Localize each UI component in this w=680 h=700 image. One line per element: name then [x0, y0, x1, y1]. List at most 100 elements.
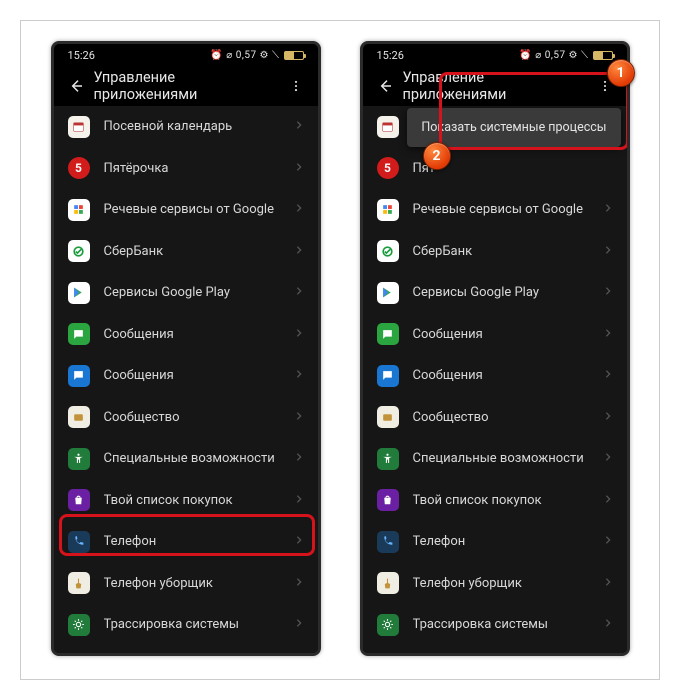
- app-row-sberbank[interactable]: СберБанк: [54, 231, 318, 273]
- app-row-community[interactable]: Сообщество: [363, 397, 627, 439]
- sberbank-icon: [377, 240, 399, 262]
- messages-alt-icon: [377, 365, 399, 387]
- app-row-files[interactable]: Файлы: [363, 646, 627, 654]
- messages-icon: [377, 323, 399, 345]
- chevron-right-icon: [294, 119, 304, 134]
- chevron-right-icon: [603, 410, 613, 425]
- app-label: Посевной календарь: [104, 119, 294, 134]
- app-label: Трассировка системы: [413, 617, 603, 632]
- back-button[interactable]: [62, 78, 90, 94]
- trace-icon: [377, 614, 399, 636]
- chevron-right-icon: [294, 368, 304, 383]
- app-label: Речевые сервисы от Google: [104, 202, 294, 217]
- status-bar: 15:26 ⏰ ⌀ 0,57 ⚙ ⟍: [363, 44, 627, 66]
- app-row-system-trace[interactable]: Трассировка системы: [363, 604, 627, 646]
- app-row-messages-1[interactable]: Сообщения: [363, 314, 627, 356]
- app-list: Посевной 5 Пят Речевые сервисы от Google…: [363, 106, 627, 653]
- chevron-right-icon: [294, 493, 304, 508]
- chevron-right-icon: [294, 451, 304, 466]
- app-header: Управление приложениями: [363, 66, 627, 106]
- app-row-phone[interactable]: Телефон: [54, 521, 318, 563]
- app-row-speech-google[interactable]: Речевые сервисы от Google: [363, 189, 627, 231]
- app-row-phone[interactable]: Телефон: [363, 521, 627, 563]
- back-button[interactable]: [371, 78, 399, 94]
- chevron-right-icon: [294, 576, 304, 591]
- chevron-right-icon: [294, 410, 304, 425]
- trace-icon: [68, 614, 90, 636]
- chevron-right-icon: [603, 576, 613, 591]
- chevron-right-icon: [294, 327, 304, 342]
- app-label: Специальные возможности: [104, 451, 294, 466]
- app-row-system-trace[interactable]: Трассировка системы: [54, 604, 318, 646]
- app-label: Сервисы Google Play: [104, 285, 294, 300]
- overflow-menu-button[interactable]: [282, 79, 310, 93]
- clock: 15:26: [68, 49, 95, 62]
- callout-marker-2: 2: [423, 142, 451, 170]
- app-row-calendar[interactable]: Посевной календарь: [54, 106, 318, 148]
- app-list: Посевной календарь 5 Пятёрочка Речевые с…: [54, 106, 318, 656]
- app-label: Сообщения: [104, 368, 294, 383]
- chevron-right-icon: [294, 161, 304, 176]
- app-label: Сообщения: [413, 327, 603, 342]
- chevron-right-icon: [603, 451, 613, 466]
- app-row-messages-2[interactable]: Сообщения: [363, 355, 627, 397]
- app-row-shopping-list[interactable]: Твой список покупок: [363, 480, 627, 522]
- app-row-files[interactable]: Файлы: [54, 646, 318, 657]
- sberbank-icon: [68, 240, 90, 262]
- chevron-right-icon: [603, 368, 613, 383]
- chevron-right-icon: [603, 534, 613, 549]
- app-row-phone-cleaner[interactable]: Телефон уборщик: [363, 563, 627, 605]
- app-row-play-services[interactable]: Сервисы Google Play: [54, 272, 318, 314]
- chevron-right-icon: [294, 244, 304, 259]
- chevron-right-icon: [294, 202, 304, 217]
- status-icons: ⏰ ⌀ 0,57 ⚙ ⟍: [210, 50, 303, 61]
- chevron-right-icon: [294, 617, 304, 632]
- phone-left: 15:26 ⏰ ⌀ 0,57 ⚙ ⟍ Управление приложения…: [51, 41, 321, 656]
- cleaner-icon: [68, 572, 90, 594]
- phone-icon: [68, 531, 90, 553]
- app-row-community[interactable]: Сообщество: [54, 397, 318, 439]
- app-row-accessibility[interactable]: Специальные возможности: [54, 438, 318, 480]
- phone-right: 15:26 ⏰ ⌀ 0,57 ⚙ ⟍ Управление приложения…: [360, 41, 630, 656]
- app-row-messages-1[interactable]: Сообщения: [54, 314, 318, 356]
- overflow-menu[interactable]: Показать системные процессы: [407, 108, 620, 147]
- clock: 15:26: [377, 49, 404, 62]
- app-row-pyaterochka[interactable]: 5 Пятёрочка: [54, 148, 318, 190]
- shopping-list-icon: [68, 489, 90, 511]
- page-title: Управление приложениями: [90, 69, 282, 103]
- battery-icon: [593, 51, 613, 60]
- chevron-right-icon: [294, 285, 304, 300]
- app-row-phone-cleaner[interactable]: Телефон уборщик: [54, 563, 318, 605]
- page-title: Управление приложениями: [399, 69, 591, 103]
- google-play-icon: [68, 282, 90, 304]
- app-row-play-services[interactable]: Сервисы Google Play: [363, 272, 627, 314]
- messages-alt-icon: [68, 365, 90, 387]
- app-label: Сообщество: [413, 410, 603, 425]
- pyaterochka-icon: 5: [377, 157, 399, 179]
- pyaterochka-icon: 5: [68, 157, 90, 179]
- app-row-pyaterochka[interactable]: 5 Пят: [363, 148, 627, 190]
- menu-item-show-system[interactable]: Показать системные процессы: [421, 120, 606, 135]
- app-label: Сообщество: [104, 410, 294, 425]
- chevron-right-icon: [603, 327, 613, 342]
- app-label: Телефон: [413, 534, 603, 549]
- app-label: Телефон уборщик: [413, 576, 603, 591]
- cleaner-icon: [377, 572, 399, 594]
- app-label: Сервисы Google Play: [413, 285, 603, 300]
- chevron-right-icon: [603, 617, 613, 632]
- battery-icon: [284, 51, 304, 60]
- google-speech-icon: [377, 199, 399, 221]
- app-row-shopping-list[interactable]: Твой список покупок: [54, 480, 318, 522]
- app-row-speech-google[interactable]: Речевые сервисы от Google: [54, 189, 318, 231]
- app-row-accessibility[interactable]: Специальные возможности: [363, 438, 627, 480]
- app-row-messages-2[interactable]: Сообщения: [54, 355, 318, 397]
- app-label: Трассировка системы: [104, 617, 294, 632]
- callout-marker-1: 1: [607, 59, 635, 87]
- app-label: СберБанк: [104, 244, 294, 259]
- app-label: Сообщения: [413, 368, 603, 383]
- app-header: Управление приложениями: [54, 66, 318, 106]
- status-icons: ⏰ ⌀ 0,57 ⚙ ⟍: [519, 50, 612, 61]
- app-label: Телефон уборщик: [104, 576, 294, 591]
- calendar-icon: [377, 116, 399, 138]
- app-row-sberbank[interactable]: СберБанк: [363, 231, 627, 273]
